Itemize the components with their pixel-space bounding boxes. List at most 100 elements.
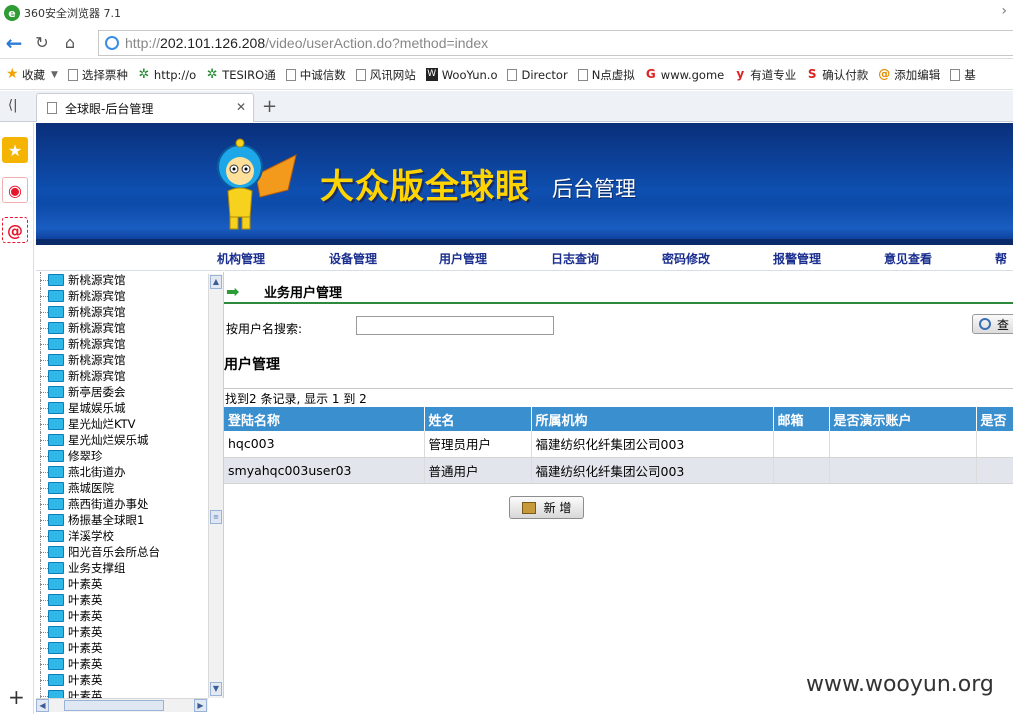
dropdown-arrow-icon[interactable]: ▼ [51, 70, 58, 80]
tree-node[interactable]: 叶素英 [36, 656, 223, 672]
bookmark-item[interactable]: ✲ http://o [138, 68, 196, 82]
scroll-down-arrow-icon[interactable]: ▼ [210, 682, 222, 696]
menu-log-query[interactable]: 日志查询 [551, 250, 599, 267]
bookmark-favorites[interactable]: ★ 收藏 ▼ [6, 67, 58, 83]
bookmark-item[interactable]: 选择票种 [67, 67, 128, 83]
tree-node-label: 新桃源宾馆 [68, 321, 126, 335]
folder-icon [48, 594, 64, 606]
tree-node[interactable]: 燕城医院 [36, 480, 223, 496]
cell-email [773, 431, 830, 458]
folder-icon [48, 626, 64, 638]
refresh-button[interactable]: ↻ [28, 29, 56, 57]
col-header-demo[interactable]: 是否演示账户 [829, 407, 977, 431]
bookmark-item[interactable]: Director [507, 68, 568, 82]
tree-node[interactable]: 新桃源宾馆 [36, 368, 223, 384]
tree-horizontal-scrollbar[interactable]: ◀ ▶ [36, 698, 208, 712]
new-tab-icon[interactable]: + [262, 96, 277, 117]
bookmark-item[interactable]: ✲ TESIRO通 [206, 67, 276, 83]
tree-node[interactable]: 叶素英 [36, 576, 223, 592]
folder-icon [48, 546, 64, 558]
tree-node[interactable]: 叶素英 [36, 672, 223, 688]
scroll-left-arrow-icon[interactable]: ◀ [36, 699, 49, 712]
table-row[interactable]: smyahqc003user03 普通用户 福建纺织化纤集团公司003 [224, 457, 1013, 484]
table-row[interactable]: hqc003 管理员用户 福建纺织化纤集团公司003 [224, 431, 1013, 458]
username-search-input[interactable] [356, 316, 554, 335]
folder-icon [48, 370, 64, 382]
cell-login[interactable]: hqc003 [224, 431, 425, 458]
tree-node[interactable]: 叶素英 [36, 608, 223, 624]
tree-node[interactable]: 叶素英 [36, 640, 223, 656]
browser-window: e 360安全浏览器 7.1 › ← ↻ ⌂ http://202.101.12… [0, 0, 1013, 714]
menu-device-management[interactable]: 设备管理 [329, 250, 377, 267]
tree-node[interactable]: 叶素英 [36, 624, 223, 640]
sidebar-collapse-icon[interactable]: ⟨| [8, 98, 17, 113]
col-header-login[interactable]: 登陆名称 [224, 407, 425, 431]
col-header-email[interactable]: 邮箱 [773, 407, 830, 431]
cell-login[interactable]: smyahqc003user03 [224, 457, 425, 484]
tree-node[interactable]: 燕北街道办 [36, 464, 223, 480]
menu-user-management[interactable]: 用户管理 [439, 250, 487, 267]
weibo-icon[interactable]: ◉ [2, 177, 28, 203]
url-field[interactable]: http://202.101.126.208/video/userAction.… [98, 30, 1013, 56]
scroll-up-arrow-icon[interactable]: ▲ [210, 275, 222, 289]
query-button[interactable]: 查 [972, 314, 1013, 334]
cell-org: 福建纺织化纤集团公司003 [531, 431, 774, 458]
add-icon[interactable]: + [8, 685, 25, 709]
bookmark-item[interactable]: N点虚拟 [577, 67, 635, 83]
bookmark-item[interactable]: 中诚信数 [285, 67, 346, 83]
tree-node[interactable]: 新桃源宾馆 [36, 320, 223, 336]
chevron-right-icon[interactable]: › [1001, 3, 1007, 19]
bookmark-item[interactable]: Gwww.gome [645, 68, 724, 82]
folder-icon [48, 402, 64, 414]
tree-node[interactable]: 洋溪学校 [36, 528, 223, 544]
favorites-star-icon[interactable]: ★ [2, 137, 28, 163]
tree-node[interactable]: 燕西街道办事处 [36, 496, 223, 512]
tree-node[interactable]: 业务支撑组 [36, 560, 223, 576]
tab-active[interactable]: 全球眼-后台管理 ✕ [36, 93, 254, 122]
scroll-h-thumb[interactable] [64, 700, 164, 711]
tree-node-label: 叶素英 [68, 689, 103, 698]
tree-node[interactable]: 新桃源宾馆 [36, 288, 223, 304]
col-header-more[interactable]: 是否 [976, 407, 1013, 431]
tree-node[interactable]: 叶素英 [36, 688, 223, 698]
wooyun-icon: W [425, 68, 438, 81]
back-button[interactable]: ← [0, 29, 28, 57]
scroll-right-arrow-icon[interactable]: ▶ [194, 699, 207, 712]
menu-feedback-view[interactable]: 意见查看 [884, 250, 932, 267]
bookmark-item[interactable]: S 确认付款 [806, 67, 868, 83]
tree-node[interactable]: 新亭居委会 [36, 384, 223, 400]
bookmark-item[interactable]: 基 [950, 67, 976, 83]
main-menu: 机构管理 设备管理 用户管理 日志查询 密码修改 报警管理 意见查看 帮 [36, 245, 1013, 271]
tree-node[interactable]: 修翠珍 [36, 448, 223, 464]
menu-org-management[interactable]: 机构管理 [217, 250, 265, 267]
bookmark-item[interactable]: W WooYun.o [425, 68, 497, 82]
home-button[interactable]: ⌂ [56, 29, 84, 57]
menu-help[interactable]: 帮 [995, 250, 1007, 267]
cell-demo [829, 431, 977, 458]
bookmark-item[interactable]: y 有道专业 [734, 67, 796, 83]
close-icon[interactable]: ✕ [236, 100, 246, 114]
tree-node[interactable]: 星光灿烂娱乐城 [36, 432, 223, 448]
menu-alarm-management[interactable]: 报警管理 [773, 250, 821, 267]
tree-node[interactable]: 叶素英 [36, 592, 223, 608]
tree-node[interactable]: 新桃源宾馆 [36, 352, 223, 368]
tree-node[interactable]: 新桃源宾馆 [36, 336, 223, 352]
scroll-thumb[interactable]: ≡ [210, 510, 222, 524]
col-header-org[interactable]: 所属机构 [531, 407, 774, 431]
tree-node[interactable]: 阳光音乐会所总台 [36, 544, 223, 560]
menu-password-change[interactable]: 密码修改 [662, 250, 710, 267]
user-table: 登陆名称 姓名 所属机构 邮箱 是否演示账户 是否 hqc003 管理员用户 福… [224, 407, 1013, 484]
tree-node[interactable]: 新桃源宾馆 [36, 272, 223, 288]
bookmark-item[interactable]: 风讯网站 [355, 67, 416, 83]
tree-node[interactable]: 杨振基全球眼1 [36, 512, 223, 528]
bookmark-item[interactable]: @ 添加编辑 [878, 67, 940, 83]
mail-at-icon[interactable]: @ [2, 217, 28, 243]
tree-node[interactable]: 星光灿烂KTV [36, 416, 223, 432]
tree-vertical-scrollbar[interactable]: ▲ ≡ ▼ [208, 274, 223, 698]
add-button[interactable]: 新 增 [509, 496, 584, 519]
tree-node[interactable]: 星城娱乐城 [36, 400, 223, 416]
tree-node-label: 新桃源宾馆 [68, 289, 126, 303]
tree-node[interactable]: 新桃源宾馆 [36, 304, 223, 320]
folder-icon [48, 482, 64, 494]
col-header-name[interactable]: 姓名 [424, 407, 532, 431]
